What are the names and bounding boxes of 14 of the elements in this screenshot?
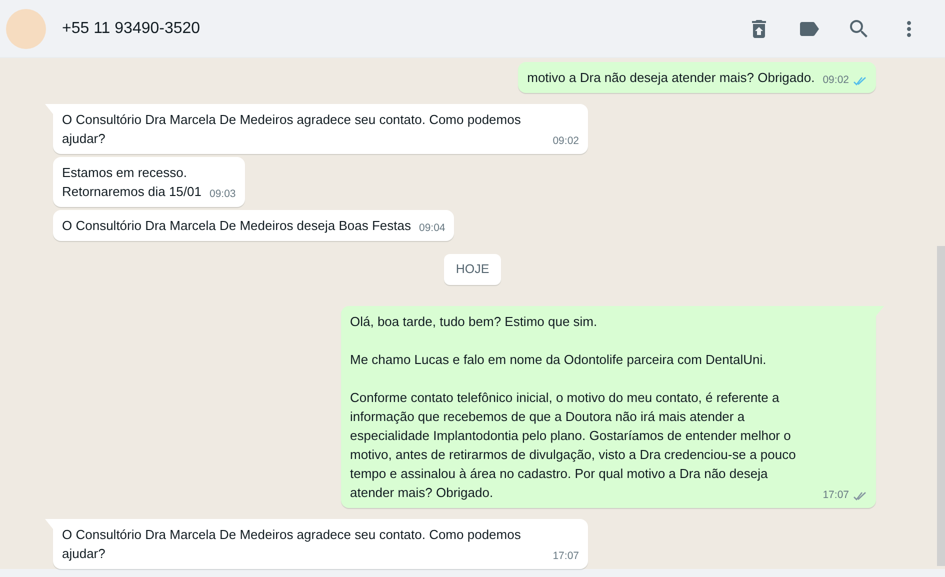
message-time: 09:04 (418, 221, 446, 236)
scrollbar[interactable] (937, 246, 945, 566)
message-time: 09:02 (552, 134, 579, 150)
message-text: O Consultório Dra Marcela De Medeiros agradece seu contato. Como podemos ajudar? (62, 526, 522, 563)
message-time: 17:07 (552, 549, 579, 564)
message-text: O Consultório Dra Marcela De Medeiros agradece seu contato. Como podemos ajudar? (62, 111, 522, 148)
message-text: O Consultório Dra Marcela De Medeiros deseja Boas Festas (62, 217, 411, 235)
message-text: Estamos em recesso. Retornaremos dia 15/01 (62, 164, 202, 201)
contact-title: +55 11 93490-3520 (62, 18, 200, 38)
message-text: motivo a Dra não deseja atender mais? Obrigado. (527, 69, 815, 87)
message-time: 09:03 (209, 187, 236, 202)
message-text: Olá, boa tarde, tudo bem? Estimo que sim. Me chamo Lucas e falo em nome da Odontolife parceira com DentalUni. Conforme contato telefônico inicial, o motivo do meu contato, é referente a informação que recebemos de que a Doutora não irá mais atender a especialidade Implantodontia pelo plano. Gostaríamos de entender melhor o motivo, antes de retirarmos de divulgação, visto a Dra credenciou-se a pouco tempo e assinalou à área no cadastro. Por qual motivo a Dra não deseja atender mais? Obrigado. (350, 312, 797, 502)
message-time: 17:07 (822, 488, 849, 503)
message-time: 09:02 (822, 73, 849, 88)
